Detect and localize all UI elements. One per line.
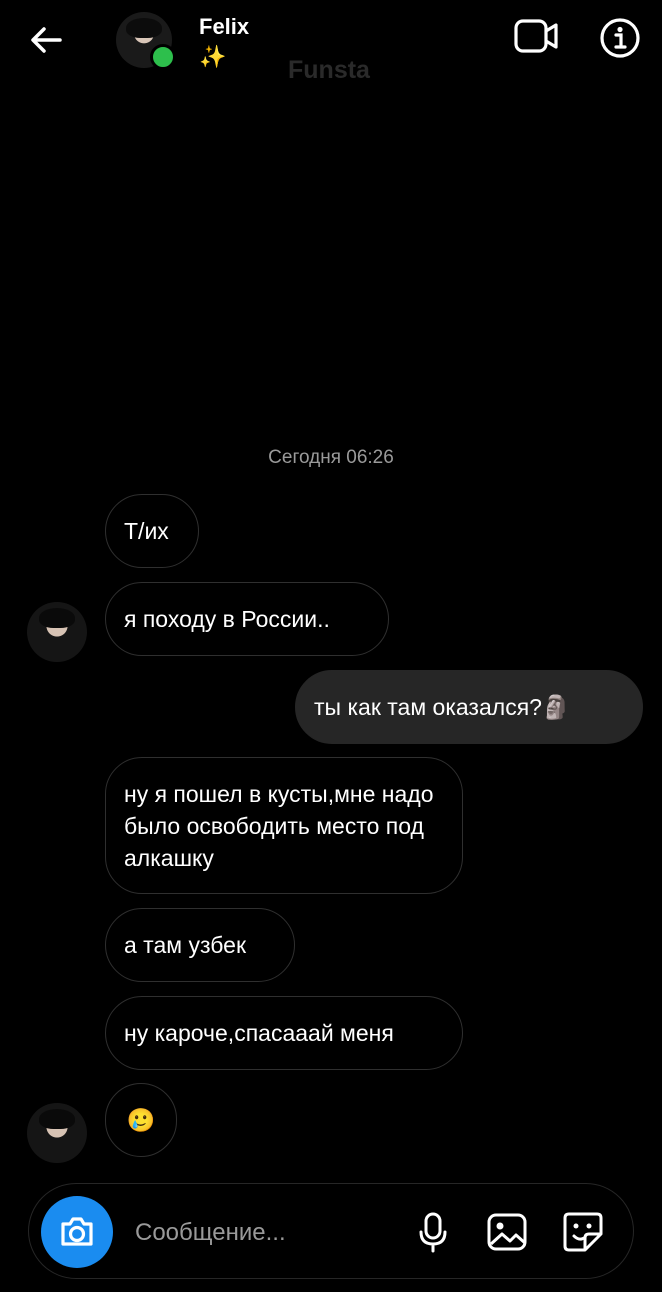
contact-name[interactable]: Felix <box>199 14 249 40</box>
chat-timestamp: Сегодня 06:26 <box>268 447 394 468</box>
back-arrow-icon[interactable] <box>26 20 66 60</box>
message-text: я походу в России.. <box>124 606 330 632</box>
video-call-icon[interactable] <box>512 16 560 56</box>
online-status-dot <box>150 44 176 70</box>
contact-avatar[interactable] <box>116 12 176 70</box>
message-bubble-incoming[interactable]: Т/их <box>105 494 199 568</box>
message-input[interactable] <box>133 1214 397 1252</box>
message-text: а там узбек <box>124 932 247 958</box>
info-icon[interactable] <box>598 16 642 60</box>
message-composer <box>28 1183 634 1279</box>
sticker-icon[interactable] <box>561 1210 605 1254</box>
message-bubble-outgoing[interactable]: ты как там оказался?🗿 <box>295 670 643 744</box>
message-emoji: 🥲 <box>126 1107 156 1133</box>
sender-avatar[interactable] <box>27 1103 87 1163</box>
image-gallery-icon[interactable] <box>485 1210 529 1254</box>
message-bubble-incoming[interactable]: ну кароче,спасааай меня <box>105 996 463 1070</box>
watermark-text: Funsta <box>288 56 370 84</box>
message-text: ну я пошел в кусты,мне надо было освобод… <box>124 781 434 871</box>
message-bubble-incoming[interactable]: ну я пошел в кусты,мне надо было освобод… <box>105 757 463 894</box>
message-text: Т/их <box>124 518 169 544</box>
message-text: ну кароче,спасааай меня <box>124 1020 394 1046</box>
sender-avatar[interactable] <box>27 602 87 662</box>
message-text: ты как там оказался?🗿 <box>314 694 571 720</box>
message-bubble-incoming[interactable]: я походу в России.. <box>105 582 389 656</box>
chat-header: Felix ✨ Funsta <box>0 0 662 100</box>
contact-status-emoji: ✨ <box>199 44 227 69</box>
camera-button[interactable] <box>41 1196 113 1268</box>
camera-icon <box>61 1217 93 1246</box>
message-bubble-incoming[interactable]: а там узбек <box>105 908 295 982</box>
microphone-icon[interactable] <box>413 1210 453 1254</box>
message-bubble-incoming[interactable]: 🥲 <box>105 1083 177 1157</box>
